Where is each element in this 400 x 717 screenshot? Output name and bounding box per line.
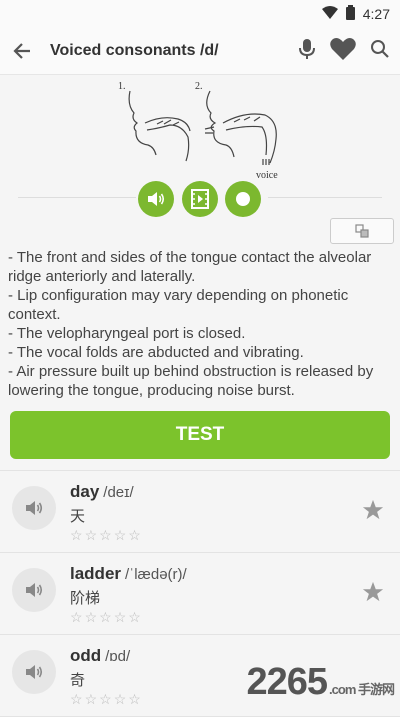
play-video-button[interactable] <box>182 181 218 217</box>
star-icon <box>362 581 384 602</box>
speaker-icon <box>26 665 43 679</box>
word: ladder <box>70 564 122 583</box>
translation: 奇 <box>70 672 86 689</box>
list-item[interactable]: ladder/ˈlædə(r)/ 阶梯 ☆ ☆ ☆ ☆ ☆ <box>0 553 400 635</box>
microphone-icon <box>299 38 315 59</box>
mouth-diagram-image: 1. 2. voice <box>118 81 278 181</box>
rating-stars: ☆ ☆ ☆ ☆ ☆ <box>70 527 141 544</box>
bookmark-star-button[interactable] <box>362 499 384 526</box>
star-outline-icon: ☆ <box>99 527 112 543</box>
list-item[interactable]: day/deɪ/ 天 ☆ ☆ ☆ ☆ ☆ <box>0 470 400 553</box>
record-icon <box>236 192 250 206</box>
figure-label-1: 1. <box>118 81 126 92</box>
star-outline-icon: ☆ <box>99 691 112 707</box>
wifi-icon <box>321 5 338 23</box>
translation: 阶梯 <box>70 590 101 607</box>
speaker-icon <box>26 583 43 597</box>
film-icon <box>191 189 209 209</box>
description-line: - The velopharyngeal port is closed. <box>8 325 246 342</box>
star-icon <box>362 499 384 520</box>
star-outline-icon: ☆ <box>84 691 98 707</box>
ipa: /ˈlædə(r)/ <box>125 566 187 583</box>
test-button[interactable]: TEST <box>10 411 390 459</box>
page-title: Voiced consonants /d/ <box>50 42 219 59</box>
articulation-description: - The front and sides of the tongue cont… <box>8 248 398 400</box>
ipa: /ɒd/ <box>105 648 131 665</box>
word-text: day/deɪ/ <box>70 482 134 502</box>
play-word-button[interactable] <box>12 568 56 612</box>
speaker-icon <box>26 501 43 515</box>
status-bar: 4:27 <box>0 0 400 28</box>
figure-label-2: 2. <box>195 81 203 92</box>
translate-button[interactable] <box>330 218 394 244</box>
star-outline-icon: ☆ <box>70 527 83 543</box>
star-outline-icon: ☆ <box>113 691 127 707</box>
word: odd <box>70 646 102 665</box>
heart-icon <box>330 37 356 60</box>
search-icon <box>371 39 389 58</box>
word-text: ladder/ˈlædə(r)/ <box>70 564 187 584</box>
app-bar: Voiced consonants /d/ <box>0 28 400 75</box>
star-outline-icon: ☆ <box>128 527 141 543</box>
play-audio-button[interactable] <box>138 181 174 217</box>
description-line: - Lip configuration may vary depending o… <box>8 287 349 323</box>
description-line: - The vocal folds are abducted and vibra… <box>8 344 304 361</box>
bookmark-star-button[interactable] <box>362 581 384 608</box>
star-outline-icon: ☆ <box>84 609 98 625</box>
favorite-button[interactable] <box>330 37 356 66</box>
star-outline-icon: ☆ <box>70 691 83 707</box>
articulation-illustration: 1. 2. voice <box>0 75 400 185</box>
search-button[interactable] <box>370 39 390 64</box>
play-word-button[interactable] <box>12 650 56 694</box>
star-outline-icon: ☆ <box>128 609 141 625</box>
watermark: 2265 .com 手游网 <box>246 661 395 704</box>
star-outline-icon: ☆ <box>70 609 83 625</box>
watermark-sub: .com 手游网 <box>329 682 395 697</box>
rating-stars: ☆ ☆ ☆ ☆ ☆ <box>70 609 141 626</box>
back-button[interactable] <box>0 28 44 74</box>
word: day <box>70 482 100 501</box>
star-outline-icon: ☆ <box>113 527 127 543</box>
record-button[interactable] <box>225 181 261 217</box>
ipa: /deɪ/ <box>103 484 134 501</box>
microphone-button[interactable] <box>298 38 316 65</box>
battery-icon <box>345 5 355 23</box>
star-outline-icon: ☆ <box>113 609 127 625</box>
speaker-icon <box>148 192 165 206</box>
description-line: - Air pressure built up behind obstructi… <box>8 363 374 399</box>
description-line: - The front and sides of the tongue cont… <box>8 249 372 285</box>
media-controls <box>0 180 400 220</box>
rating-stars: ☆ ☆ ☆ ☆ ☆ <box>70 691 141 708</box>
word-text: odd/ɒd/ <box>70 646 130 666</box>
status-time: 4:27 <box>362 6 390 22</box>
translation: 天 <box>70 508 86 525</box>
translate-icon <box>355 224 369 238</box>
play-word-button[interactable] <box>12 486 56 530</box>
star-outline-icon: ☆ <box>99 609 112 625</box>
star-outline-icon: ☆ <box>128 691 141 707</box>
back-arrow-icon <box>13 43 30 59</box>
star-outline-icon: ☆ <box>84 527 98 543</box>
watermark-main: 2265 <box>246 661 328 703</box>
